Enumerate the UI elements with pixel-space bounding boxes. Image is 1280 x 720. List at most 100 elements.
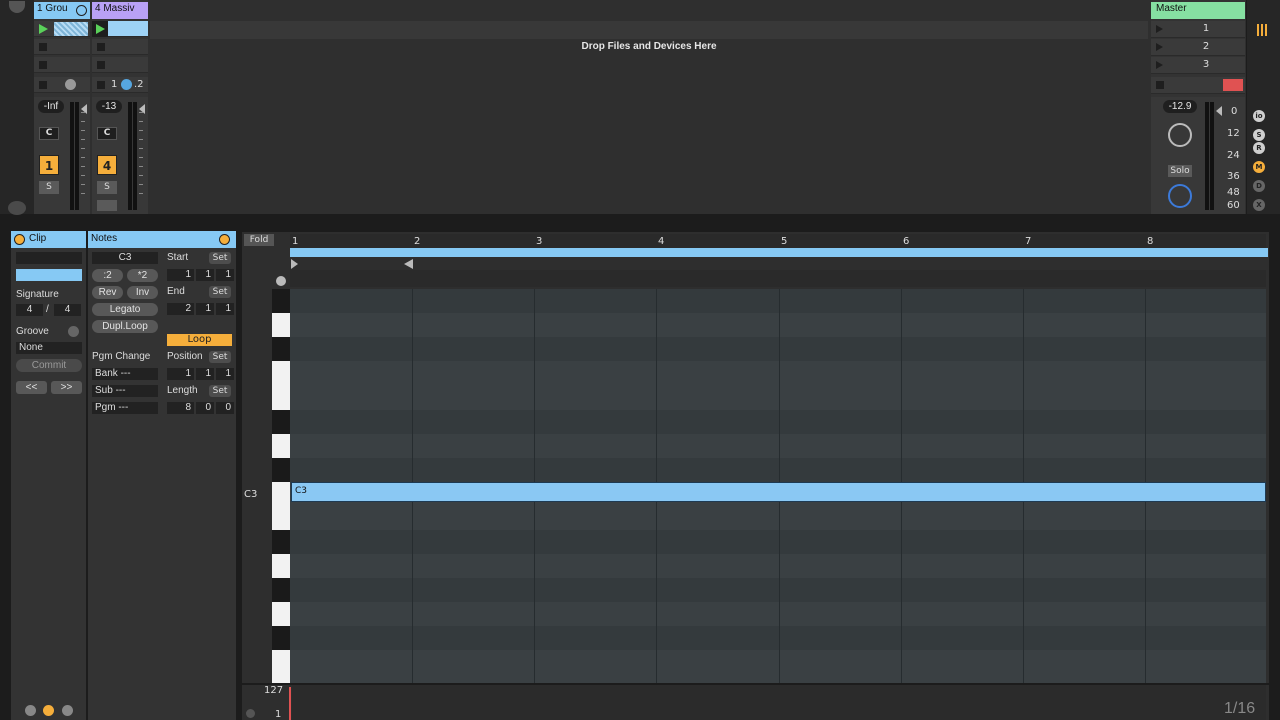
black-key[interactable]: [272, 337, 290, 361]
black-key[interactable]: [272, 410, 290, 434]
end-marker-icon[interactable]: [404, 259, 413, 269]
double-button[interactable]: *2: [127, 269, 158, 282]
io-toggle-icon[interactable]: io: [1253, 110, 1265, 122]
clip-hatched[interactable]: [54, 22, 88, 36]
groove-hotswap-icon[interactable]: [68, 326, 79, 337]
end-set-button[interactable]: Set: [209, 286, 231, 298]
clip-slot[interactable]: [34, 39, 90, 55]
midi-note[interactable]: C3: [291, 482, 1266, 502]
grid-setting[interactable]: 1/16: [1224, 700, 1255, 718]
pan-knob-icon[interactable]: [1168, 123, 1192, 147]
clip-activator-icon[interactable]: [14, 234, 25, 245]
length-sixteenths[interactable]: 0: [216, 402, 234, 414]
scrub-area[interactable]: [290, 270, 1266, 287]
clip-slot[interactable]: [92, 21, 148, 37]
monitor-icon[interactable]: [97, 200, 117, 211]
stop-icon[interactable]: [39, 43, 47, 51]
clip-stop-row[interactable]: [34, 77, 90, 93]
start-set-button[interactable]: Set: [209, 252, 231, 264]
solo-button[interactable]: S: [97, 181, 117, 194]
send-b-value[interactable]: .2: [134, 79, 144, 90]
start-marker-icon[interactable]: [291, 259, 298, 269]
stop-icon[interactable]: [39, 61, 47, 69]
mixer-toggle-icon[interactable]: M: [1253, 161, 1265, 173]
fold-button[interactable]: Fold: [244, 234, 274, 246]
crossfader-toggle-icon[interactable]: X: [1253, 199, 1265, 211]
stop-icon[interactable]: [39, 81, 47, 89]
track-title[interactable]: 4 Massiv: [92, 2, 148, 19]
clip-slot[interactable]: [92, 39, 148, 55]
stop-icon[interactable]: [97, 81, 105, 89]
position-bar[interactable]: 1: [167, 368, 194, 380]
scene-3[interactable]: 3: [1151, 57, 1245, 74]
track-activator[interactable]: 1: [39, 155, 59, 175]
fader-triangle-icon[interactable]: [81, 104, 87, 114]
clip-color-chooser[interactable]: [16, 269, 82, 281]
bank-field[interactable]: Bank ---: [92, 368, 158, 380]
black-key[interactable]: [272, 626, 290, 650]
loop-brace[interactable]: [290, 248, 1268, 257]
clock-icon[interactable]: [65, 79, 76, 90]
track-activator[interactable]: 4: [97, 155, 117, 175]
nudge-back-button[interactable]: <<: [16, 381, 47, 394]
end-beat[interactable]: 1: [196, 303, 214, 315]
piano-keyboard[interactable]: [272, 289, 290, 683]
transpose-field[interactable]: C3: [92, 252, 158, 264]
commit-button[interactable]: Commit: [16, 359, 82, 372]
position-set-button[interactable]: Set: [209, 351, 231, 363]
start-sixteenth[interactable]: 1: [216, 269, 234, 281]
length-bars[interactable]: 8: [167, 402, 194, 414]
black-key[interactable]: [272, 578, 290, 602]
stop-icon[interactable]: [97, 43, 105, 51]
cue-volume-knob-icon[interactable]: [1168, 184, 1192, 208]
length-set-button[interactable]: Set: [209, 385, 231, 397]
duplicate-loop-button[interactable]: Dupl.Loop: [92, 320, 158, 333]
reverse-button[interactable]: Rev: [92, 286, 123, 299]
play-icon[interactable]: [39, 24, 48, 34]
solo-cue-button[interactable]: Solo: [1168, 165, 1192, 177]
clip-name-field[interactable]: [16, 252, 82, 264]
position-beat[interactable]: 1: [196, 368, 214, 380]
drop-area[interactable]: Drop Files and Devices Here: [150, 0, 1148, 214]
sends-toggle-icon[interactable]: S: [1253, 129, 1265, 141]
fader-triangle-icon[interactable]: [139, 104, 145, 114]
scene-launch-icon[interactable]: [1156, 43, 1163, 51]
position-sixteenth[interactable]: 1: [216, 368, 234, 380]
clip-stop-row[interactable]: 1 .2: [92, 77, 148, 93]
sub-field[interactable]: Sub ---: [92, 385, 158, 397]
groove-selector[interactable]: None: [16, 342, 82, 354]
invert-button[interactable]: Inv: [127, 286, 158, 299]
send-a-value[interactable]: 1: [111, 79, 117, 90]
halve-button[interactable]: :2: [92, 269, 123, 282]
nudge-forward-button[interactable]: >>: [51, 381, 82, 394]
loop-button[interactable]: Loop: [167, 334, 232, 346]
envelopes-icon[interactable]: [62, 705, 73, 716]
stop-icon[interactable]: [1156, 81, 1164, 89]
scene-2[interactable]: 2: [1151, 39, 1245, 56]
black-key[interactable]: [272, 458, 290, 482]
fold-icon[interactable]: [76, 5, 87, 16]
pgm-field[interactable]: Pgm ---: [92, 402, 158, 414]
notes-icon[interactable]: [43, 705, 54, 716]
returns-toggle-icon[interactable]: R: [1253, 142, 1265, 154]
solo-button[interactable]: S: [39, 181, 59, 194]
expand-lane-icon[interactable]: [246, 709, 255, 718]
send-knob-icon[interactable]: [121, 79, 132, 90]
velocity-marker[interactable]: [289, 687, 291, 720]
session-arrange-toggle-icon[interactable]: [1257, 24, 1267, 36]
scene-launch-icon[interactable]: [1156, 61, 1163, 69]
legato-button[interactable]: Legato: [92, 303, 158, 316]
start-beat[interactable]: 1: [196, 269, 214, 281]
play-icon[interactable]: [96, 24, 105, 34]
clip-slot[interactable]: [34, 57, 90, 73]
master-volume-readout[interactable]: -12.9: [1163, 100, 1197, 113]
preview-icon[interactable]: [276, 276, 286, 286]
end-bar[interactable]: 2: [167, 303, 194, 315]
note-grid[interactable]: C3: [290, 289, 1266, 683]
black-key[interactable]: [272, 289, 290, 313]
volume-readout[interactable]: -13: [96, 100, 122, 113]
stop-icon[interactable]: [97, 61, 105, 69]
follow-arrow-icon[interactable]: [219, 234, 230, 245]
master-title[interactable]: Master: [1151, 2, 1245, 19]
velocity-area[interactable]: [292, 685, 1266, 720]
